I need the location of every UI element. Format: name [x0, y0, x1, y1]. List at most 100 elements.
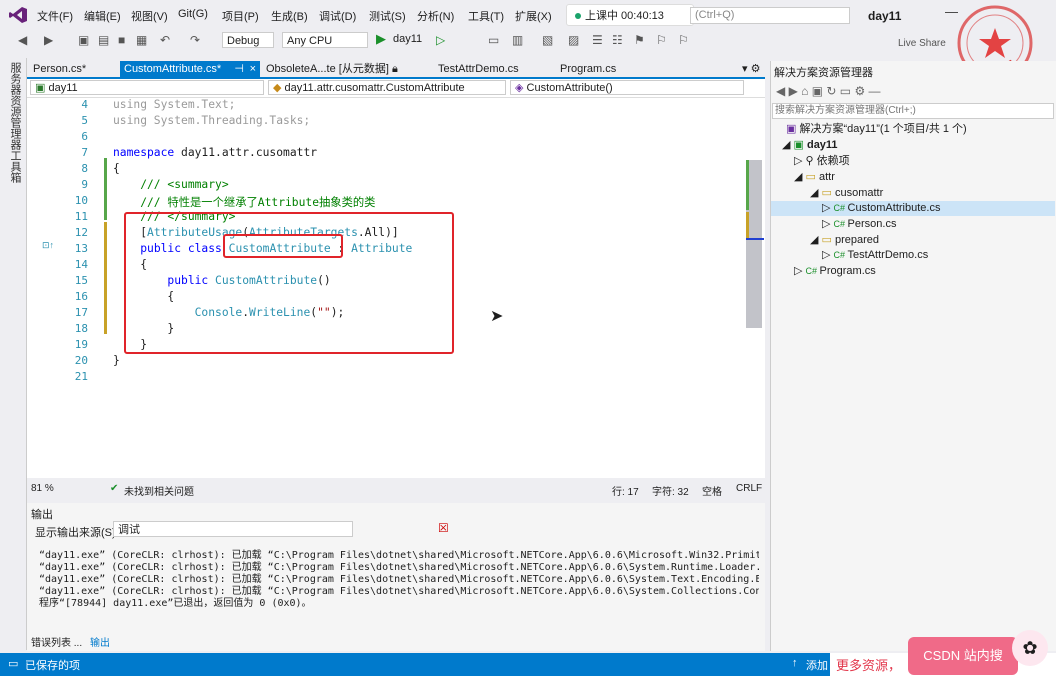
- save-icon[interactable]: ■: [118, 33, 125, 47]
- output-source-select[interactable]: 调试: [113, 521, 353, 537]
- tab-program[interactable]: Program.cs: [556, 61, 646, 77]
- clear-output-icon[interactable]: ☒: [438, 521, 449, 535]
- saved-change-indicator: [104, 158, 107, 220]
- issues-status[interactable]: 未找到相关问题: [124, 483, 194, 498]
- line-number: 13: [74, 242, 88, 255]
- save-all-icon[interactable]: ▦: [136, 33, 147, 47]
- solution-explorer-title: 解决方案资源管理器: [774, 67, 873, 79]
- solution-search-input[interactable]: 搜索解决方案资源管理器(Ctrl+;): [772, 103, 1054, 119]
- issues-ok-icon: ✔: [110, 483, 119, 494]
- menu-item-5[interactable]: 生成(B): [271, 8, 308, 24]
- bookmark-icon[interactable]: ⚑: [634, 33, 645, 47]
- class-icon: ◆: [273, 82, 285, 94]
- code-line-9: /// <summary>: [113, 178, 229, 191]
- toolbox-tab[interactable]: 工具箱: [7, 150, 23, 183]
- menu-item-10[interactable]: 扩展(X): [515, 8, 552, 24]
- brain-icon[interactable]: ✿: [1012, 630, 1048, 666]
- menu-item-6[interactable]: 调试(D): [319, 8, 356, 24]
- tree-folder-prepared[interactable]: ◢ ▭ prepared: [810, 233, 879, 248]
- tree-dependencies-label: 依赖项: [816, 155, 850, 167]
- indent-indicator[interactable]: 空格: [702, 483, 722, 498]
- csharp-file-icon: C#: [833, 203, 848, 213]
- expand-icon: ◢: [810, 187, 822, 199]
- collapse-icon: ▷: [794, 265, 806, 277]
- folder-icon[interactable]: ▭: [488, 33, 499, 47]
- csharp-file-icon: C#: [833, 219, 848, 229]
- pin-icon[interactable]: ⊣: [234, 61, 244, 77]
- close-tab-icon[interactable]: ×: [250, 61, 256, 77]
- lock-icon: 🔒︎: [391, 63, 398, 75]
- code-lens-icon[interactable]: ⊡↑: [42, 240, 54, 251]
- layout-icon[interactable]: ▥: [512, 33, 523, 47]
- line-number: 11: [74, 210, 88, 223]
- tree-customattribute-label: CustomAttribute.cs: [847, 202, 941, 214]
- server-explorer-tab[interactable]: 服务器资源管理器: [7, 62, 23, 150]
- tree-folder-cusomattr[interactable]: ◢ ▭ cusomattr: [810, 186, 883, 201]
- tab-testattrdemo[interactable]: TestAttrDemo.cs: [434, 61, 544, 77]
- tree-project-label: day11: [806, 139, 838, 151]
- eol-indicator[interactable]: CRLF: [736, 483, 762, 494]
- tree-file-program[interactable]: ▷ C# Program.cs: [794, 264, 876, 279]
- recording-indicator[interactable]: 上课中 00:40:13: [566, 4, 694, 26]
- col-indicator[interactable]: 字符: 32: [652, 483, 689, 498]
- tree-file-testattrdemo[interactable]: ▷ C# TestAttrDemo.cs: [822, 248, 928, 263]
- project-dropdown[interactable]: ▣ day11: [30, 80, 264, 95]
- run-icon[interactable]: ▶: [376, 31, 386, 47]
- member-dropdown[interactable]: ◈ CustomAttribute(): [510, 80, 744, 95]
- config-select[interactable]: Debug: [222, 32, 274, 48]
- csharp-project-icon: ▣: [35, 82, 49, 94]
- line-number: 7: [81, 146, 88, 159]
- search-input[interactable]: (Ctrl+Q): [690, 7, 850, 24]
- collapse-icon: ▷: [794, 155, 806, 167]
- line-number: 15: [74, 274, 88, 287]
- menu-item-2[interactable]: 视图(V): [131, 8, 168, 24]
- forward-icon[interactable]: ▶: [44, 33, 53, 47]
- tree-file-person[interactable]: ▷ C# Person.cs: [822, 217, 896, 232]
- tab-overflow-icon[interactable]: ▾ ⚙: [742, 62, 760, 75]
- tree-file-customattribute[interactable]: ▷ C# CustomAttribute.cs: [771, 201, 1055, 216]
- tab-obsolete-attribute[interactable]: ObsoleteA...te [从元数据] 🔒︎: [262, 61, 402, 77]
- menu-item-4[interactable]: 项目(P): [222, 8, 259, 24]
- comment-icon[interactable]: ☰: [592, 33, 603, 47]
- class-dropdown[interactable]: ◆ day11.attr.cusomattr.CustomAttribute: [268, 80, 506, 95]
- redo-icon[interactable]: ↷: [190, 33, 200, 47]
- tab-error-list[interactable]: 错误列表 ...: [31, 634, 82, 649]
- platform-select[interactable]: Any CPU: [282, 32, 368, 48]
- bookmark-next-icon[interactable]: ⚐: [678, 33, 689, 47]
- line-number: 20: [74, 354, 88, 367]
- open-icon[interactable]: ▤: [98, 33, 109, 47]
- menu-item-0[interactable]: 文件(F): [37, 8, 73, 24]
- tree-dependencies[interactable]: ▷ ⚲ 依赖项: [794, 154, 850, 169]
- live-share-button[interactable]: Live Share: [898, 38, 946, 49]
- add-to-source-control-icon[interactable]: ↑: [792, 657, 798, 669]
- tree-folder-attr[interactable]: ◢ ▭ attr: [794, 170, 835, 185]
- status-saved-text: 已保存的项: [25, 660, 80, 672]
- menu-item-9[interactable]: 工具(T): [468, 8, 504, 24]
- uncomment-icon[interactable]: ☷: [612, 33, 623, 47]
- format-icon[interactable]: ▧: [542, 33, 553, 47]
- new-item-icon[interactable]: ▣: [78, 33, 89, 47]
- zoom-level[interactable]: 81 %: [31, 483, 54, 494]
- solution-explorer-toolbar-icons[interactable]: ◀ ▶ ⌂ ▣ ↻ ▭ ⚙ —: [776, 84, 881, 98]
- line-number: 10: [74, 194, 88, 207]
- back-icon[interactable]: ◀: [18, 33, 27, 47]
- csharp-project-icon: ▣: [793, 139, 807, 151]
- line-number: 16: [74, 290, 88, 303]
- line-indicator[interactable]: 行: 17: [612, 483, 639, 498]
- menu-item-8[interactable]: 分析(N): [417, 8, 454, 24]
- run-without-debug-icon[interactable]: ▷: [436, 33, 445, 47]
- run-target-button[interactable]: day11: [393, 33, 422, 45]
- tab-person[interactable]: Person.cs*: [29, 61, 117, 77]
- csdn-search-button[interactable]: CSDN 站内搜: [908, 637, 1018, 675]
- menu-item-7[interactable]: 测试(S): [369, 8, 406, 24]
- bookmark-prev-icon[interactable]: ⚐: [656, 33, 667, 47]
- menu-item-1[interactable]: 编辑(E): [84, 8, 121, 24]
- add-to-source-control[interactable]: 添加: [806, 657, 828, 673]
- align-icon[interactable]: ▨: [568, 33, 579, 47]
- tree-solution[interactable]: ▣ 解决方案“day11”(1 个项目/共 1 个): [786, 122, 967, 137]
- menu-item-3[interactable]: Git(G): [178, 8, 208, 20]
- undo-icon[interactable]: ↶: [160, 33, 170, 47]
- tab-output[interactable]: 输出: [90, 634, 110, 649]
- tree-project[interactable]: ◢ ▣ day11: [782, 138, 838, 153]
- tab-custom-attribute[interactable]: CustomAttribute.cs* ⊣ ×: [120, 61, 260, 77]
